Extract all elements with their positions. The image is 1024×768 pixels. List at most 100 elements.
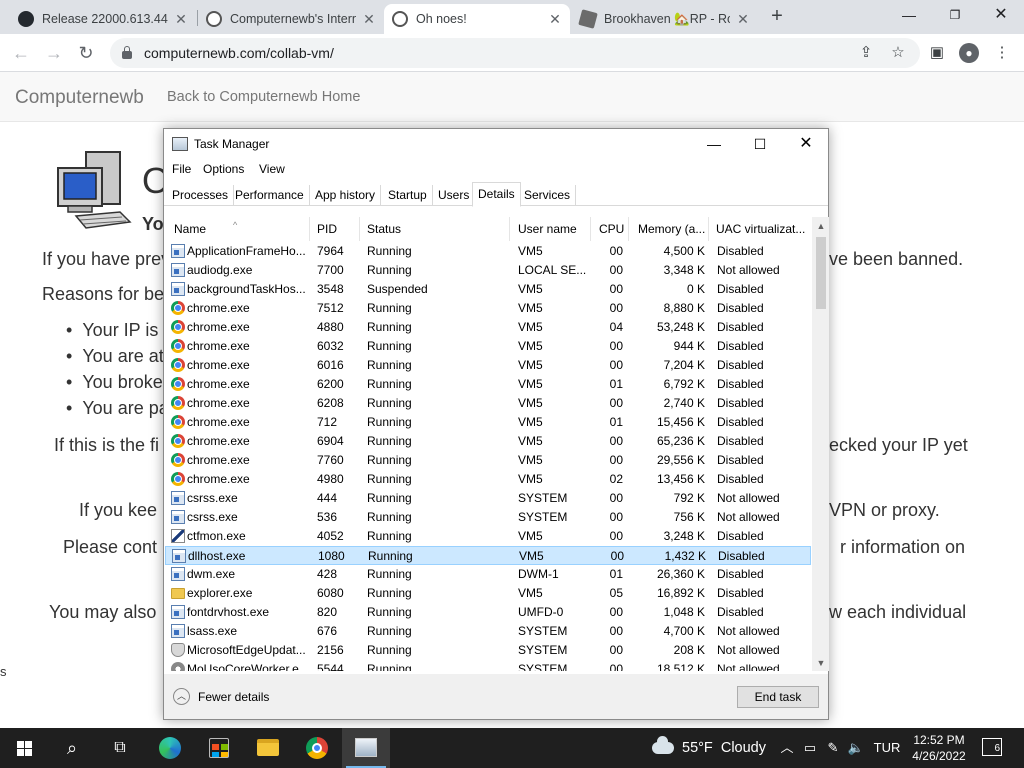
tab-services[interactable]: Services	[519, 185, 577, 206]
close-tab-icon[interactable]: ✕	[548, 11, 562, 28]
close-tab-icon[interactable]: ✕	[362, 11, 376, 28]
process-row[interactable]: chrome.exe 4880 Running VM5 04 53,248 K Disabl…	[165, 318, 811, 337]
tab-details[interactable]: Details	[472, 182, 521, 207]
search-button[interactable]: ⌕	[48, 728, 96, 768]
side-panel-icon[interactable]: ▣	[927, 43, 947, 63]
tab-startup[interactable]: Startup	[383, 185, 433, 206]
paragraph-text-end: w each individual	[829, 602, 967, 622]
close-button[interactable]: ✕	[783, 129, 829, 159]
network-icon[interactable]: ▭	[800, 728, 820, 768]
process-row[interactable]: ApplicationFrameHo... 7964 Running VM5 00 4,5…	[165, 242, 811, 261]
browser-tab-release[interactable]: Release 22000.613.44.1 ✕	[10, 4, 196, 34]
chevron-up-icon: ︿	[173, 688, 190, 705]
chrome-taskbar-button[interactable]	[293, 728, 341, 768]
site-brand-link[interactable]: Computernewb	[15, 87, 144, 109]
tab-processes[interactable]: Processes	[167, 185, 235, 206]
process-status-cell: Suspended	[367, 282, 428, 296]
task-manager-taskbar-button[interactable]	[342, 728, 390, 768]
browser-close-button[interactable]: ✕	[978, 0, 1024, 30]
store-taskbar-button[interactable]	[195, 728, 243, 768]
process-row[interactable]: MoUsoCoreWorker.e... 5544 Running SYSTEM 00 1…	[165, 660, 811, 671]
process-uac-cell: Disabled	[717, 377, 764, 391]
process-row[interactable]: chrome.exe 6032 Running VM5 00 944 K Disabled	[165, 337, 811, 356]
task-view-button[interactable]: ⧉	[96, 728, 144, 768]
process-row[interactable]: chrome.exe 6208 Running VM5 00 2,740 K Disable…	[165, 394, 811, 413]
browser-restore-button[interactable]: ❐	[932, 0, 978, 30]
process-row[interactable]: csrss.exe 536 Running SYSTEM 00 756 K Not allo…	[165, 508, 811, 527]
chevron-up-icon[interactable]: ︿	[778, 728, 796, 768]
vertical-scrollbar[interactable]: ▲ ▼	[812, 217, 829, 671]
bookmark-star-icon[interactable]: ☆	[888, 43, 908, 63]
browser-tab-oh-noes[interactable]: Oh noes! ✕	[384, 4, 570, 34]
input-language-indicator[interactable]: TUR	[872, 728, 902, 768]
reason-text: Your IP is	[82, 320, 159, 340]
menu-dots-icon[interactable]: ⋮	[992, 43, 1012, 63]
column-header-name[interactable]: ^ Name	[165, 217, 310, 241]
column-header-pid[interactable]: PID	[308, 217, 360, 241]
tab-users[interactable]: Users	[433, 185, 476, 206]
process-status-cell: Running	[367, 301, 412, 315]
column-header-uac[interactable]: UAC virtualizat...	[707, 217, 811, 241]
menu-file[interactable]: File	[172, 162, 191, 176]
process-row[interactable]: chrome.exe 712 Running VM5 01 15,456 K Disable…	[165, 413, 811, 432]
end-task-button[interactable]: End task	[737, 686, 819, 708]
process-row[interactable]: backgroundTaskHos... 3548 Suspended VM5 00 0 …	[165, 280, 811, 299]
process-row[interactable]: MicrosoftEdgeUpdat... 2156 Running SYSTEM 00…	[165, 641, 811, 660]
column-label: PID	[317, 222, 338, 236]
scroll-down-icon[interactable]: ▼	[816, 658, 826, 668]
column-header-status[interactable]: Status	[358, 217, 510, 241]
share-icon[interactable]: ⇪	[856, 43, 876, 63]
forward-icon[interactable]: →	[42, 41, 66, 65]
menu-view[interactable]: View	[259, 162, 285, 176]
back-icon[interactable]: ←	[9, 41, 33, 65]
notification-center-icon[interactable]: 6	[982, 738, 1002, 756]
scrollbar-thumb[interactable]	[816, 237, 826, 309]
reload-icon[interactable]: ↻	[74, 41, 98, 65]
process-row[interactable]: fontdrvhost.exe 820 Running UMFD-0 00 1,048 K…	[165, 603, 811, 622]
column-header-memory[interactable]: Memory (a...	[629, 217, 709, 241]
task-manager-titlebar[interactable]: Task Manager — ☐ ✕	[164, 129, 828, 159]
pen-icon[interactable]: ✎	[823, 728, 843, 768]
close-tab-icon[interactable]: ✕	[736, 11, 750, 28]
process-user-cell: SYSTEM	[518, 510, 568, 524]
process-row[interactable]: audiodg.exe 7700 Running LOCAL SE... 00 3,348…	[165, 261, 811, 280]
browser-tab-computernewb[interactable]: Computernewb's Intern ✕	[198, 4, 384, 34]
scroll-up-icon[interactable]: ▲	[816, 221, 826, 231]
fewer-details-button[interactable]: ︿ Fewer details	[173, 688, 269, 705]
column-header-cpu[interactable]: CPU	[590, 217, 629, 241]
new-tab-button[interactable]: +	[766, 6, 788, 28]
speaker-icon[interactable]: 🔈	[846, 728, 866, 768]
start-button[interactable]	[0, 728, 48, 768]
minimize-button[interactable]: —	[691, 129, 737, 159]
process-row[interactable]: ctfmon.exe 4052 Running VM5 00 3,248 K Disable…	[165, 527, 811, 546]
tab-app-history[interactable]: App history	[310, 185, 382, 206]
menu-options[interactable]: Options	[203, 162, 244, 176]
back-home-link[interactable]: Back to Computernewb Home	[167, 89, 360, 105]
process-row[interactable]: explorer.exe 6080 Running VM5 05 16,892 K Disa…	[165, 584, 811, 603]
close-tab-icon[interactable]: ✕	[174, 11, 188, 28]
process-row[interactable]: dwm.exe 428 Running DWM-1 01 26,360 K Disabled	[165, 565, 811, 584]
process-row[interactable]: dllhost.exe 1080 Running VM5 00 1,432 K Disabl…	[165, 546, 811, 565]
process-row[interactable]: chrome.exe 7512 Running VM5 00 8,880 K Disable…	[165, 299, 811, 318]
process-row[interactable]: chrome.exe 6016 Running VM5 00 7,204 K Disable…	[165, 356, 811, 375]
process-row[interactable]: chrome.exe 7760 Running VM5 00 29,556 K Disabl…	[165, 451, 811, 470]
weather-widget[interactable]: 55°F Cloudy	[652, 728, 766, 768]
weather-text: 55°F Cloudy	[682, 740, 766, 756]
process-status-cell: Running	[367, 529, 412, 543]
process-row[interactable]: chrome.exe 6904 Running VM5 00 65,236 K Disabl…	[165, 432, 811, 451]
maximize-button[interactable]: ☐	[737, 129, 783, 159]
process-row[interactable]: csrss.exe 444 Running SYSTEM 00 792 K Not allo…	[165, 489, 811, 508]
process-row[interactable]: lsass.exe 676 Running SYSTEM 00 4,700 K Not al…	[165, 622, 811, 641]
process-row[interactable]: chrome.exe 6200 Running VM5 01 6,792 K Disable…	[165, 375, 811, 394]
profile-avatar-icon[interactable]: ●	[959, 43, 979, 63]
browser-tab-brookhaven[interactable]: Brookhaven 🏡RP - Ro ✕	[572, 4, 758, 34]
process-row[interactable]: chrome.exe 4980 Running VM5 02 13,456 K Disabl…	[165, 470, 811, 489]
process-name-cell: MicrosoftEdgeUpdat...	[187, 643, 306, 657]
address-bar[interactable]: computernewb.com/collab-vm/	[110, 38, 920, 68]
column-header-user-name[interactable]: User name	[509, 217, 591, 241]
clock[interactable]: 12:52 PM 4/26/2022	[910, 732, 968, 764]
explorer-taskbar-button[interactable]	[244, 728, 292, 768]
tab-performance[interactable]: Performance	[230, 185, 310, 206]
edge-taskbar-button[interactable]	[146, 728, 194, 768]
browser-minimize-button[interactable]: —	[886, 0, 932, 30]
